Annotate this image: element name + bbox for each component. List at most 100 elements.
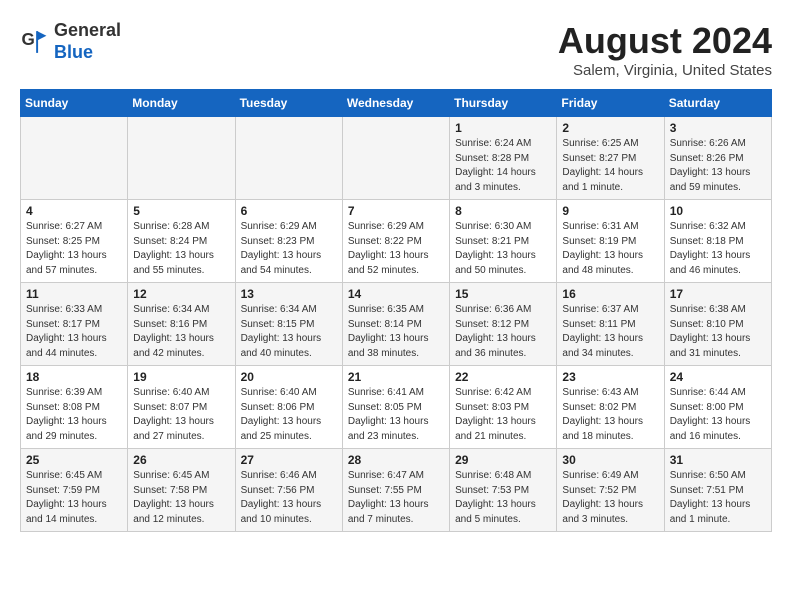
day-number: 26: [133, 453, 229, 467]
day-cell-18: 18 Sunrise: 6:39 AM Sunset: 8:08 PM Dayli…: [21, 366, 128, 449]
day-cell-19: 19 Sunrise: 6:40 AM Sunset: 8:07 PM Dayli…: [128, 366, 235, 449]
day-cell-20: 20 Sunrise: 6:40 AM Sunset: 8:06 PM Dayli…: [235, 366, 342, 449]
day-number: 17: [670, 287, 766, 301]
day-info: Sunrise: 6:27 AM Sunset: 8:25 PM Dayligh…: [26, 220, 122, 278]
day-number: 31: [670, 453, 766, 467]
day-cell-6: 6Sunrise: 6:29 AM Sunset: 8:23 PM Daylig…: [235, 200, 342, 283]
day-number: 25: [26, 453, 122, 467]
day-info: Sunrise: 6:30 AM Sunset: 8:21 PM Dayligh…: [455, 220, 551, 278]
day-info: Sunrise: 6:50 AM Sunset: 7:51 PM Dayligh…: [670, 469, 766, 527]
day-number: 1: [455, 121, 551, 135]
day-number: 29: [455, 453, 551, 467]
day-info: Sunrise: 6:49 AM Sunset: 7:52 PM Dayligh…: [562, 469, 658, 527]
day-number: 8: [455, 204, 551, 218]
empty-cell: [235, 117, 342, 200]
calendar-table: SundayMondayTuesdayWednesdayThursdayFrid…: [20, 89, 772, 532]
day-header-monday: Monday: [128, 90, 235, 117]
day-info: Sunrise: 6:34 AM Sunset: 8:16 PM Dayligh…: [133, 303, 229, 361]
day-info: Sunrise: 6:36 AM Sunset: 8:12 PM Dayligh…: [455, 303, 551, 361]
day-cell-24: 24 Sunrise: 6:44 AM Sunset: 8:00 PM Dayli…: [664, 366, 771, 449]
day-info: Sunrise: 6:33 AM Sunset: 8:17 PM Dayligh…: [26, 303, 122, 361]
day-number: 22: [455, 370, 551, 384]
days-header-row: SundayMondayTuesdayWednesdayThursdayFrid…: [21, 90, 772, 117]
day-cell-7: 7Sunrise: 6:29 AM Sunset: 8:22 PM Daylig…: [342, 200, 449, 283]
day-info: Sunrise: 6:31 AM Sunset: 8:19 PM Dayligh…: [562, 220, 658, 278]
day-number: 2: [562, 121, 658, 135]
logo-icon: G: [20, 28, 48, 56]
day-number: 27: [241, 453, 337, 467]
day-number: 21: [348, 370, 444, 384]
day-number: 18: [26, 370, 122, 384]
week-row-3: 11Sunrise: 6:33 AM Sunset: 8:17 PM Dayli…: [21, 283, 772, 366]
day-cell-4: 4Sunrise: 6:27 AM Sunset: 8:25 PM Daylig…: [21, 200, 128, 283]
week-row-5: 25 Sunrise: 6:45 AM Sunset: 7:59 PM Dayli…: [21, 449, 772, 532]
day-info: Sunrise: 6:47 AM Sunset: 7:55 PM Dayligh…: [348, 469, 444, 527]
day-cell-17: 17 Sunrise: 6:38 AM Sunset: 8:10 PM Dayli…: [664, 283, 771, 366]
logo-text: General Blue: [54, 20, 121, 63]
day-info: Sunrise: 6:44 AM Sunset: 8:00 PM Dayligh…: [670, 386, 766, 444]
calendar-title: August 2024: [558, 20, 772, 62]
day-info: Sunrise: 6:45 AM Sunset: 7:58 PM Dayligh…: [133, 469, 229, 527]
title-block: August 2024 Salem, Virginia, United Stat…: [558, 20, 772, 79]
day-number: 9: [562, 204, 658, 218]
week-row-2: 4Sunrise: 6:27 AM Sunset: 8:25 PM Daylig…: [21, 200, 772, 283]
day-header-wednesday: Wednesday: [342, 90, 449, 117]
day-cell-13: 13 Sunrise: 6:34 AM Sunset: 8:15 PM Dayli…: [235, 283, 342, 366]
day-cell-27: 27Sunrise: 6:46 AM Sunset: 7:56 PM Dayli…: [235, 449, 342, 532]
day-info: Sunrise: 6:40 AM Sunset: 8:07 PM Dayligh…: [133, 386, 229, 444]
day-header-thursday: Thursday: [450, 90, 557, 117]
day-header-saturday: Saturday: [664, 90, 771, 117]
day-cell-29: 29 Sunrise: 6:48 AM Sunset: 7:53 PM Dayli…: [450, 449, 557, 532]
day-cell-25: 25 Sunrise: 6:45 AM Sunset: 7:59 PM Dayli…: [21, 449, 128, 532]
day-header-sunday: Sunday: [21, 90, 128, 117]
day-header-tuesday: Tuesday: [235, 90, 342, 117]
day-info: Sunrise: 6:41 AM Sunset: 8:05 PM Dayligh…: [348, 386, 444, 444]
day-info: Sunrise: 6:28 AM Sunset: 8:24 PM Dayligh…: [133, 220, 229, 278]
day-header-friday: Friday: [557, 90, 664, 117]
day-info: Sunrise: 6:39 AM Sunset: 8:08 PM Dayligh…: [26, 386, 122, 444]
day-cell-23: 23 Sunrise: 6:43 AM Sunset: 8:02 PM Dayli…: [557, 366, 664, 449]
page-header: G General Blue August 2024 Salem, Virgin…: [20, 20, 772, 79]
empty-cell: [128, 117, 235, 200]
empty-cell: [21, 117, 128, 200]
day-number: 3: [670, 121, 766, 135]
day-number: 28: [348, 453, 444, 467]
empty-cell: [342, 117, 449, 200]
day-info: Sunrise: 6:42 AM Sunset: 8:03 PM Dayligh…: [455, 386, 551, 444]
day-cell-15: 15Sunrise: 6:36 AM Sunset: 8:12 PM Dayli…: [450, 283, 557, 366]
day-info: Sunrise: 6:38 AM Sunset: 8:10 PM Dayligh…: [670, 303, 766, 361]
day-number: 6: [241, 204, 337, 218]
day-cell-21: 21 Sunrise: 6:41 AM Sunset: 8:05 PM Dayli…: [342, 366, 449, 449]
day-info: Sunrise: 6:29 AM Sunset: 8:22 PM Dayligh…: [348, 220, 444, 278]
day-info: Sunrise: 6:37 AM Sunset: 8:11 PM Dayligh…: [562, 303, 658, 361]
day-cell-2: 2 Sunrise: 6:25 AM Sunset: 8:27 PM Daylig…: [557, 117, 664, 200]
day-info: Sunrise: 6:43 AM Sunset: 8:02 PM Dayligh…: [562, 386, 658, 444]
day-info: Sunrise: 6:40 AM Sunset: 8:06 PM Dayligh…: [241, 386, 337, 444]
day-number: 19: [133, 370, 229, 384]
day-info: Sunrise: 6:48 AM Sunset: 7:53 PM Dayligh…: [455, 469, 551, 527]
day-info: Sunrise: 6:34 AM Sunset: 8:15 PM Dayligh…: [241, 303, 337, 361]
day-cell-16: 16Sunrise: 6:37 AM Sunset: 8:11 PM Dayli…: [557, 283, 664, 366]
day-number: 23: [562, 370, 658, 384]
day-cell-5: 5 Sunrise: 6:28 AM Sunset: 8:24 PM Daylig…: [128, 200, 235, 283]
day-cell-11: 11Sunrise: 6:33 AM Sunset: 8:17 PM Dayli…: [21, 283, 128, 366]
day-info: Sunrise: 6:35 AM Sunset: 8:14 PM Dayligh…: [348, 303, 444, 361]
day-number: 24: [670, 370, 766, 384]
day-info: Sunrise: 6:25 AM Sunset: 8:27 PM Dayligh…: [562, 137, 658, 195]
svg-text:G: G: [22, 30, 35, 49]
week-row-4: 18 Sunrise: 6:39 AM Sunset: 8:08 PM Dayli…: [21, 366, 772, 449]
logo: G General Blue: [20, 20, 121, 63]
day-number: 20: [241, 370, 337, 384]
day-cell-28: 28 Sunrise: 6:47 AM Sunset: 7:55 PM Dayli…: [342, 449, 449, 532]
day-cell-30: 30Sunrise: 6:49 AM Sunset: 7:52 PM Dayli…: [557, 449, 664, 532]
day-info: Sunrise: 6:32 AM Sunset: 8:18 PM Dayligh…: [670, 220, 766, 278]
day-cell-9: 9 Sunrise: 6:31 AM Sunset: 8:19 PM Daylig…: [557, 200, 664, 283]
day-number: 12: [133, 287, 229, 301]
day-number: 13: [241, 287, 337, 301]
day-number: 5: [133, 204, 229, 218]
day-cell-10: 10 Sunrise: 6:32 AM Sunset: 8:18 PM Dayli…: [664, 200, 771, 283]
day-info: Sunrise: 6:45 AM Sunset: 7:59 PM Dayligh…: [26, 469, 122, 527]
day-cell-12: 12 Sunrise: 6:34 AM Sunset: 8:16 PM Dayli…: [128, 283, 235, 366]
calendar-subtitle: Salem, Virginia, United States: [558, 62, 772, 79]
day-number: 10: [670, 204, 766, 218]
